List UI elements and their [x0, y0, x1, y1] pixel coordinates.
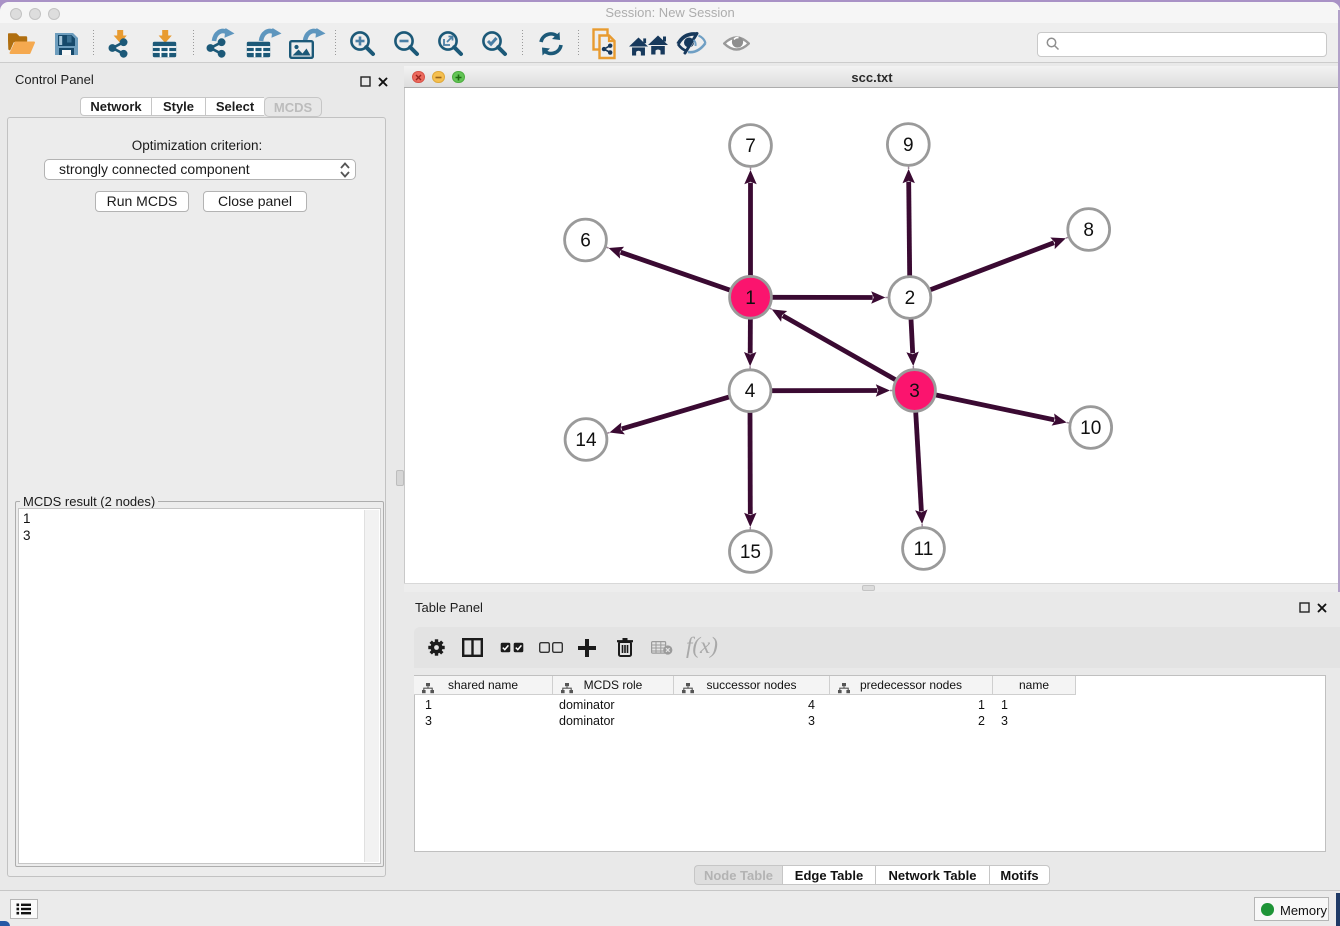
svg-text:9: 9: [903, 135, 914, 156]
svg-text:14: 14: [575, 430, 597, 451]
svg-text:4: 4: [745, 381, 756, 402]
svg-text:11: 11: [914, 539, 934, 560]
svg-text:15: 15: [740, 542, 761, 563]
svg-text:3: 3: [909, 381, 920, 402]
svg-text:8: 8: [1083, 220, 1094, 241]
svg-text:6: 6: [580, 231, 591, 252]
svg-text:2: 2: [905, 288, 916, 309]
svg-text:1: 1: [745, 288, 756, 309]
svg-text:10: 10: [1080, 418, 1101, 439]
svg-text:7: 7: [745, 136, 756, 157]
